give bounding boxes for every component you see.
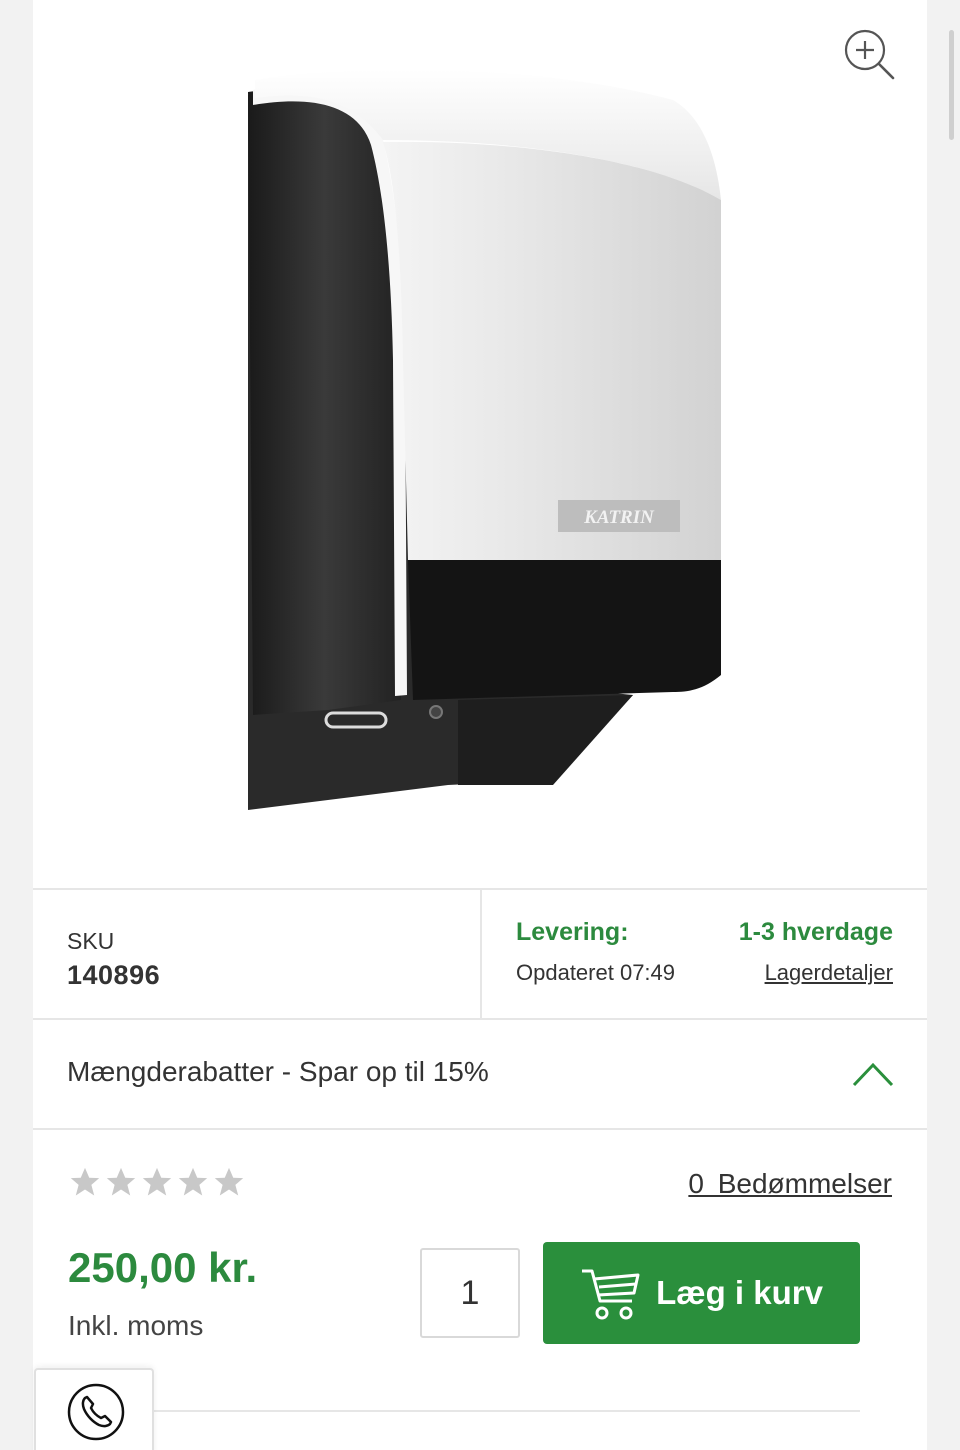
product-image[interactable]: KATRIN bbox=[233, 60, 733, 820]
zoom-in-icon bbox=[844, 29, 895, 80]
scrollbar[interactable] bbox=[949, 30, 954, 140]
info-divider bbox=[480, 890, 482, 1018]
vat-note: Inkl. moms bbox=[68, 1310, 204, 1341]
star-icon bbox=[178, 1167, 208, 1196]
star-icon bbox=[142, 1167, 172, 1196]
quantity-input[interactable] bbox=[420, 1248, 520, 1338]
star-icon bbox=[214, 1167, 244, 1196]
phone-icon bbox=[67, 1383, 125, 1441]
sku-value: 140896 bbox=[67, 960, 161, 990]
chevron-up-icon[interactable] bbox=[851, 1060, 895, 1088]
delivery-label: Levering: bbox=[516, 918, 629, 946]
product-page: KATRIN SKU 140896 Levering: 1-3 hverdage… bbox=[0, 0, 960, 1450]
sku-label: SKU bbox=[67, 928, 115, 954]
product-price: 250,00 kr. bbox=[68, 1244, 258, 1291]
star-icon bbox=[70, 1167, 100, 1196]
stock-details-link[interactable]: Lagerdetaljer bbox=[765, 960, 893, 986]
quantity-discount-title: Mængderabatter - Spar op til 15% bbox=[67, 1056, 489, 1087]
product-image-area: KATRIN bbox=[33, 0, 927, 888]
zoom-button[interactable] bbox=[841, 26, 897, 82]
section-divider bbox=[120, 1410, 860, 1412]
shopping-cart-icon bbox=[582, 1269, 640, 1320]
add-to-cart-button[interactable]: Læg i kurv bbox=[543, 1242, 860, 1344]
delivery-time: 1-3 hverdage bbox=[738, 918, 893, 946]
reviews-link[interactable]: 0 Bedømmelser bbox=[688, 1168, 892, 1200]
product-card: KATRIN SKU 140896 Levering: 1-3 hverdage… bbox=[33, 0, 927, 1450]
call-button[interactable] bbox=[34, 1368, 154, 1450]
star-icon bbox=[106, 1167, 136, 1196]
brand-label: KATRIN bbox=[583, 507, 655, 528]
add-to-cart-label: Læg i kurv bbox=[656, 1274, 823, 1311]
rating-stars bbox=[68, 1165, 246, 1199]
product-info-row: SKU 140896 Levering: 1-3 hverdage Opdate… bbox=[33, 888, 927, 1020]
stock-updated-time: Opdateret 07:49 bbox=[516, 960, 676, 985]
quantity-discount-accordion[interactable]: Mængderabatter - Spar op til 15% bbox=[33, 1020, 927, 1130]
